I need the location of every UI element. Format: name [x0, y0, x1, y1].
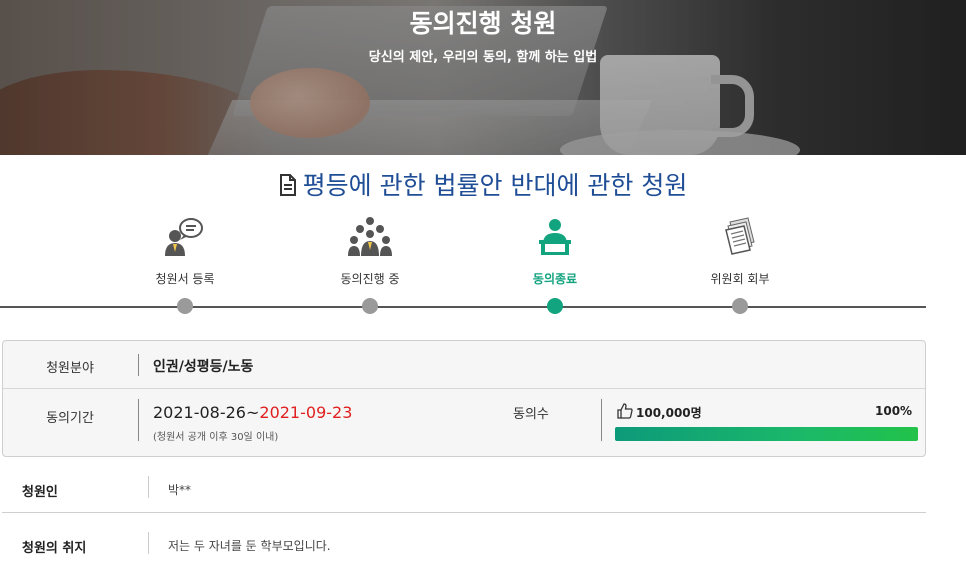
petitioner-value: 박**	[168, 483, 192, 497]
thumbs-up-icon	[617, 403, 633, 422]
category-row	[3, 341, 925, 389]
category-separator	[138, 354, 139, 376]
period-label: 동의기간	[46, 411, 94, 426]
step-dot	[362, 298, 378, 314]
speech-person-icon	[163, 216, 207, 260]
petition-title-text: 평등에 관한 법률안 반대에 관한 청원	[302, 171, 688, 200]
row-divider	[2, 512, 926, 513]
period-end-date: 2021-09-23	[259, 403, 353, 422]
purpose-label: 청원의 취지	[22, 541, 87, 556]
agree-progress-fill	[615, 427, 918, 441]
step-agreement-in-progress: 동의진행 중	[310, 216, 430, 314]
step-label: 위원회 회부	[710, 272, 770, 286]
presenter-podium-icon	[533, 216, 577, 260]
agree-count-value: 100,000명	[636, 406, 702, 420]
group-people-icon	[348, 216, 392, 260]
step-dot	[547, 298, 563, 314]
document-icon	[279, 173, 297, 202]
petitioner-separator	[148, 476, 149, 498]
step-registration: 청원서 등록	[125, 216, 245, 314]
petitioner-label: 청원인	[22, 485, 58, 500]
agree-percent: 100%	[875, 404, 913, 418]
category-value: 인권/성평등/노동	[153, 359, 254, 375]
step-agreement-closed: 동의종료	[495, 216, 615, 314]
petition-info-box: 청원분야 인권/성평등/노동 동의기간 2021-08-26~2021-09-2…	[2, 340, 926, 457]
hero-title: 동의진행 청원	[409, 9, 557, 38]
step-label: 청원서 등록	[155, 272, 215, 286]
step-dot	[177, 298, 193, 314]
period-separator	[138, 399, 139, 441]
hero-banner: 동의진행 청원 당신의 제안, 우리의 동의, 함께 하는 입법	[0, 0, 966, 155]
step-label: 동의종료	[532, 272, 578, 286]
category-label: 청원분야	[46, 361, 94, 376]
agree-count-label: 동의수	[513, 407, 549, 422]
step-committee-referral: 위원회 회부	[680, 216, 800, 314]
purpose-separator	[148, 532, 149, 554]
steps-timeline-line	[0, 306, 926, 308]
period-dates: 2021-08-26~2021-09-23	[153, 403, 352, 422]
agree-progress-bar	[615, 427, 918, 441]
purpose-value: 저는 두 자녀를 둔 학부모입니다.	[168, 539, 331, 553]
step-label: 동의진행 중	[340, 272, 400, 286]
agree-separator	[601, 399, 602, 441]
agree-count: 100,000명	[617, 403, 702, 422]
period-note: (청원서 공개 이후 30일 이내)	[153, 432, 279, 443]
document-stack-icon	[718, 216, 762, 260]
period-start-date: 2021-08-26~	[153, 403, 260, 422]
petition-title: 평등에 관한 법률안 반대에 관한 청원	[0, 166, 966, 202]
hero-subtitle: 당신의 제안, 우리의 동의, 함께 하는 입법	[368, 50, 598, 65]
step-dot	[732, 298, 748, 314]
